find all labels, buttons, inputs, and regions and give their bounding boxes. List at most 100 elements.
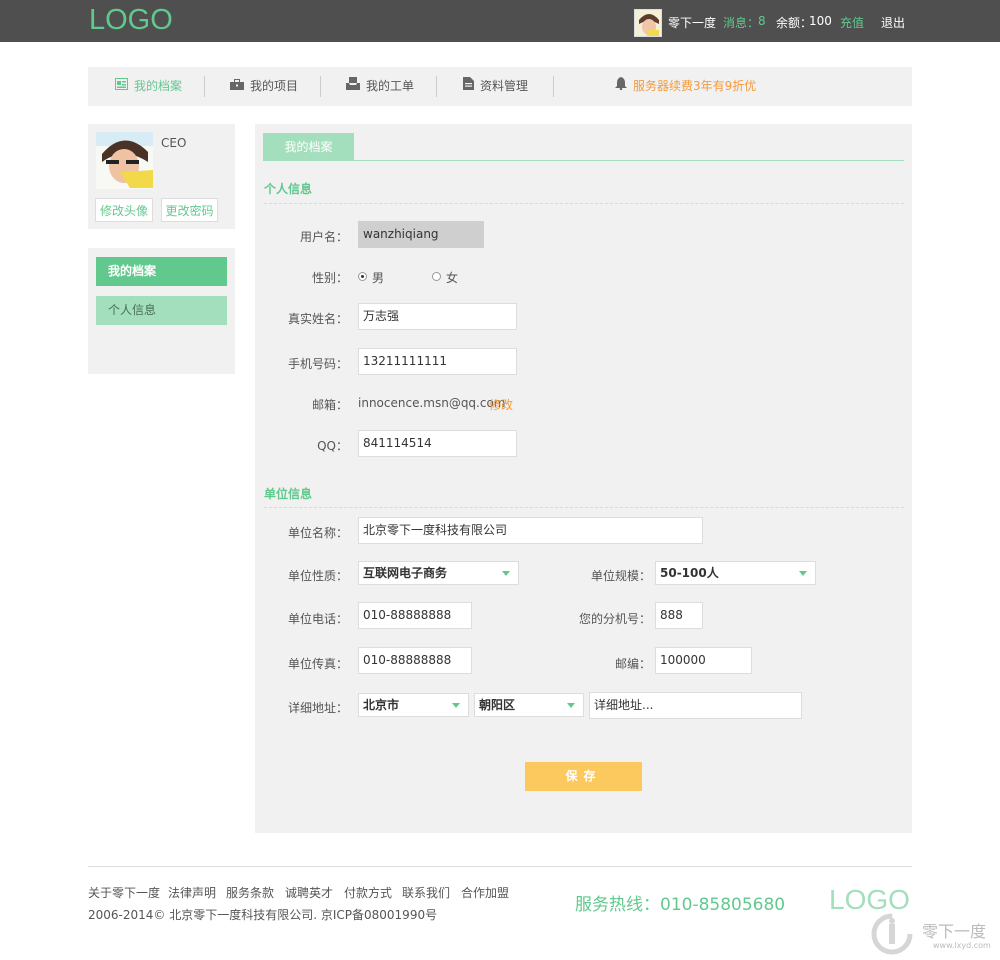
gender-label: 性别：: [311, 271, 348, 285]
zip-input[interactable]: 100000: [655, 647, 752, 674]
footer-link-contact[interactable]: 联系我们: [402, 884, 450, 901]
promo-text: 服务器续费3年有9折优: [633, 79, 757, 93]
copyright-text: 2006-2014© 北京零下一度科技有限公司. 京ICP备08001990号: [88, 908, 438, 922]
company-type-value: 互联网电子商务: [363, 566, 448, 580]
user-avatar[interactable]: [634, 9, 662, 37]
gender-male-label[interactable]: 男: [372, 269, 384, 286]
main-nav: 我的档案 我的项目 我的工单 资料管理 服务器续费3年有9折优: [88, 67, 912, 106]
company-type-select[interactable]: 互联网电子商务: [358, 561, 519, 585]
district-select[interactable]: 朝阳区: [474, 693, 584, 717]
company-size-select[interactable]: 50-100人: [655, 561, 816, 585]
company-phone-label: 单位电话：: [287, 612, 348, 626]
chevron-down-icon: [567, 703, 575, 708]
company-name-label: 单位名称：: [287, 526, 348, 540]
balance-label: 余额：: [776, 16, 813, 30]
footer-link-about[interactable]: 关于零下一度: [88, 884, 160, 901]
realname-label: 真实姓名：: [287, 312, 348, 326]
nav-divider: [320, 76, 321, 97]
company-type-label: 单位性质：: [287, 569, 348, 583]
promo-notice[interactable]: 服务器续费3年有9折优: [615, 67, 756, 106]
profile-avatar: [96, 132, 153, 189]
footer-link-careers[interactable]: 诚聘英才: [285, 884, 333, 901]
qq-input[interactable]: 841114514: [358, 430, 517, 457]
section-divider: [264, 203, 904, 204]
extension-label: 您的分机号：: [578, 612, 651, 626]
chevron-down-icon: [502, 571, 510, 576]
nav-item-my-tickets[interactable]: 我的工单: [346, 67, 414, 106]
document-icon: [463, 67, 474, 106]
id-card-icon: [115, 67, 128, 106]
email-value: innocence.msn@qq.com: [358, 396, 506, 410]
footer-link-legal[interactable]: 法律声明: [168, 884, 216, 901]
address-input[interactable]: 详细地址...: [589, 692, 802, 719]
nav-divider: [436, 76, 437, 97]
gender-male-radio[interactable]: [358, 272, 367, 281]
username-field[interactable]: wanzhiqiang: [358, 221, 484, 248]
tab-underline: [263, 160, 904, 161]
inbox-icon: [346, 67, 360, 106]
change-password-button[interactable]: 更改密码: [161, 198, 218, 222]
nav-label: 我的工单: [366, 79, 415, 93]
qq-label: QQ：: [317, 439, 348, 453]
nav-divider: [553, 76, 554, 97]
city-value: 北京市: [363, 698, 400, 712]
section-divider: [264, 507, 904, 508]
tab-my-profile[interactable]: 我的档案: [263, 133, 354, 161]
company-size-value: 50-100人: [660, 566, 719, 580]
realname-input[interactable]: 万志强: [358, 303, 517, 330]
nav-divider: [204, 76, 205, 97]
footer-link-terms[interactable]: 服务条款: [226, 884, 274, 901]
profile-role: CEO: [161, 136, 187, 150]
change-avatar-button[interactable]: 修改头像: [95, 198, 153, 222]
username-label: 用户名：: [299, 230, 348, 244]
address-label: 详细地址：: [287, 701, 348, 715]
nav-item-my-profile[interactable]: 我的档案: [115, 67, 182, 106]
main-panel: 我的档案 个人信息 用户名： wanzhiqiang 性别： 男 女 真实姓名：…: [255, 124, 912, 833]
watermark-url: www.lxyd.com: [933, 941, 991, 950]
username[interactable]: 零下一度: [668, 14, 716, 31]
side-menu-item-personal-info[interactable]: 个人信息: [96, 296, 227, 325]
side-menu: 我的档案 个人信息: [88, 248, 235, 374]
nav-label: 资料管理: [480, 79, 529, 93]
nav-item-data-management[interactable]: 资料管理: [463, 67, 528, 106]
service-hotline: 服务热线：010-85805680: [575, 895, 786, 915]
district-value: 朝阳区: [479, 698, 516, 712]
fax-label: 单位传真：: [287, 657, 348, 671]
section-title-personal: 个人信息: [264, 182, 313, 196]
watermark-text: 零下一度: [922, 922, 987, 941]
briefcase-icon: [230, 67, 244, 106]
company-name-input[interactable]: 北京零下一度科技有限公司: [358, 517, 703, 544]
messages-count[interactable]: 8: [758, 14, 766, 28]
section-title-company: 单位信息: [264, 487, 313, 501]
fax-input[interactable]: 010-88888888: [358, 647, 472, 674]
recharge-link[interactable]: 充值: [840, 14, 864, 31]
phone-input[interactable]: 13211111111: [358, 348, 517, 375]
footer-link-payment[interactable]: 付款方式: [344, 884, 392, 901]
gender-female-label[interactable]: 女: [446, 269, 458, 286]
nav-label: 我的档案: [134, 79, 183, 93]
company-size-label: 单位规模：: [590, 569, 651, 583]
phone-label: 手机号码：: [287, 357, 348, 371]
messages-label: 消息：: [723, 16, 760, 30]
zip-label: 邮编：: [614, 657, 651, 671]
gender-female-radio[interactable]: [432, 272, 441, 281]
profile-card: CEO 修改头像 更改密码: [88, 124, 235, 229]
save-button[interactable]: 保存: [525, 762, 642, 791]
avatar-image: [635, 10, 661, 36]
nav-item-my-projects[interactable]: 我的项目: [230, 67, 298, 106]
chevron-down-icon: [452, 703, 460, 708]
company-phone-input[interactable]: 010-88888888: [358, 602, 472, 629]
bell-icon: [615, 67, 627, 106]
top-bar: LOGO 零下一度 消息： 8 余额： 100 充值 退出: [0, 0, 1000, 42]
side-menu-head[interactable]: 我的档案: [96, 257, 227, 286]
footer-divider: [88, 866, 912, 867]
balance-value: 100: [809, 14, 832, 28]
email-edit-link[interactable]: 修改: [489, 396, 513, 413]
city-select[interactable]: 北京市: [358, 693, 469, 717]
extension-input[interactable]: 888: [655, 602, 703, 629]
email-label: 邮箱：: [311, 398, 348, 412]
site-logo[interactable]: LOGO: [89, 4, 173, 37]
logout-link[interactable]: 退出: [881, 14, 905, 31]
watermark-logo-icon: [870, 912, 915, 957]
footer-link-partner[interactable]: 合作加盟: [461, 884, 509, 901]
